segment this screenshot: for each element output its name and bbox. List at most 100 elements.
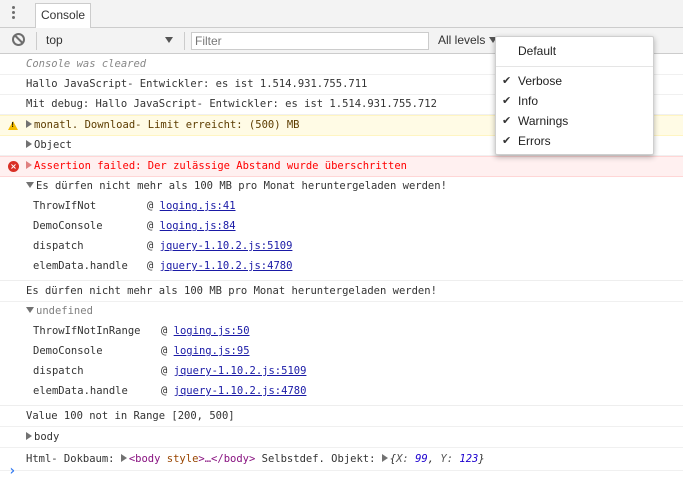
frame-at: @ <box>161 325 168 337</box>
stack-frame: DemoConsole @ loging.js:95 <box>26 341 683 361</box>
context-selector[interactable]: top <box>46 33 63 47</box>
frame-at: @ <box>147 240 154 252</box>
html-attribute: style <box>166 453 199 465</box>
frame-function: ThrowIfNotInRange <box>33 325 141 337</box>
frame-at: @ <box>147 220 154 232</box>
source-link[interactable]: jquery-1.10.2.js:4780 <box>160 256 293 276</box>
message-text: Html- Dokbaum: <box>26 453 115 465</box>
frame-function: ThrowIfNot <box>33 200 97 212</box>
menu-item-label: Default <box>518 44 557 58</box>
checkmark-icon: ✔ <box>502 94 512 107</box>
message-text: Console was cleared <box>26 58 147 70</box>
menu-item-default[interactable]: Default <box>496 41 653 61</box>
stack-frame: elemData.handle @ jquery-1.10.2.js:4780 <box>26 256 683 276</box>
more-options-icon[interactable] <box>12 6 16 22</box>
menu-item-verbose[interactable]: ✔ Verbose <box>496 71 653 91</box>
frame-function: DemoConsole <box>33 220 103 232</box>
expand-triangle-icon[interactable] <box>26 140 32 148</box>
frame-function: elemData.handle <box>33 385 128 397</box>
menu-item-label: Errors <box>518 134 551 148</box>
frame-at: @ <box>147 200 154 212</box>
console-element-row[interactable]: body <box>0 427 683 448</box>
tab-console[interactable]: Console <box>35 3 92 28</box>
stack-trace: ThrowIfNot @ loging.js:41 DemoConsole @ lo… <box>26 196 683 276</box>
console-prompt[interactable]: › <box>8 463 16 479</box>
source-link[interactable]: jquery-1.10.2.js:5109 <box>160 236 293 256</box>
frame-at: @ <box>161 385 168 397</box>
frame-function: DemoConsole <box>33 345 103 357</box>
frame-at: @ <box>161 365 168 377</box>
source-link[interactable]: jquery-1.10.2.js:5109 <box>174 361 307 381</box>
object-preview[interactable]: {X: 99, Y: 123} <box>390 453 485 465</box>
toolbar-divider <box>36 32 37 50</box>
html-tag-close: </body> <box>211 453 256 465</box>
stack-trace: ThrowIfNotInRange @ loging.js:50 DemoCons… <box>26 321 683 401</box>
chevron-down-icon[interactable] <box>165 37 173 43</box>
stack-frame: elemData.handle @ jquery-1.10.2.js:4780 <box>26 381 683 401</box>
expand-triangle-icon[interactable] <box>26 432 32 440</box>
menu-item-warnings[interactable]: ✔ Warnings <box>496 111 653 131</box>
obj-value-x: 99 <box>415 453 428 465</box>
message-text: monatl. Download- Limit erreicht: (500) … <box>34 119 300 131</box>
frame-function: dispatch <box>33 240 84 252</box>
collapse-triangle-icon[interactable] <box>26 307 34 313</box>
source-link[interactable]: loging.js:84 <box>160 216 236 236</box>
expand-triangle-icon[interactable] <box>381 454 388 462</box>
menu-item-label: Warnings <box>518 114 569 128</box>
console-log-row: Value 100 not in Range [200, 500] <box>0 406 683 427</box>
obj-key-x: X: <box>396 453 409 465</box>
menu-item-errors[interactable]: ✔ Errors <box>496 131 653 151</box>
obj-value-y: 123 <box>459 453 479 465</box>
obj-brace-close: } <box>478 453 485 465</box>
expand-triangle-icon[interactable] <box>26 161 32 169</box>
menu-item-label: Verbose <box>518 74 563 88</box>
message-text: Es dürfen nicht mehr als 100 MB pro Mona… <box>26 285 437 297</box>
filter-input[interactable] <box>191 32 429 50</box>
message-text: Hallo JavaScript- Entwickler: es ist 1.5… <box>26 78 368 90</box>
message-text: Assertion failed: Der zulässige Abstand … <box>34 160 407 172</box>
obj-separator: , <box>427 453 435 465</box>
console-trace-group: Es dürfen nicht mehr als 100 MB pro Mona… <box>0 177 683 281</box>
object-label: Object <box>34 139 72 151</box>
html-tag-open[interactable]: <body <box>129 453 161 465</box>
checkmark-icon: ✔ <box>502 134 512 147</box>
console-log-row: Html- Dokbaum: <body style>…</body> Selb… <box>0 448 683 471</box>
frame-function: elemData.handle <box>33 260 128 272</box>
source-link[interactable]: loging.js:41 <box>160 196 236 216</box>
checkmark-icon: ✔ <box>502 114 512 127</box>
trace-header[interactable]: undefined <box>26 302 683 321</box>
message-text: Mit debug: Hallo JavaScript- Entwickler:… <box>26 98 437 110</box>
trace-header[interactable]: Es dürfen nicht mehr als 100 MB pro Mona… <box>26 177 683 196</box>
log-levels-dropdown[interactable]: All levels <box>438 33 485 47</box>
clear-console-icon[interactable] <box>12 33 25 46</box>
frame-at: @ <box>161 345 168 357</box>
obj-key-y: Y: <box>440 453 454 465</box>
menu-divider <box>496 66 653 67</box>
error-icon: × <box>8 161 19 172</box>
message-text: Value 100 not in Range [200, 500] <box>26 410 235 422</box>
stack-frame: ThrowIfNot @ loging.js:41 <box>26 196 683 216</box>
toolbar-divider <box>184 32 185 50</box>
message-text: Es dürfen nicht mehr als 100 MB pro Mona… <box>36 180 447 192</box>
console-error-row[interactable]: × Assertion failed: Der zulässige Abstan… <box>0 156 683 177</box>
source-link[interactable]: loging.js:95 <box>174 341 250 361</box>
stack-frame: dispatch @ jquery-1.10.2.js:5109 <box>26 361 683 381</box>
stack-frame: dispatch @ jquery-1.10.2.js:5109 <box>26 236 683 256</box>
expand-triangle-icon[interactable] <box>120 454 127 462</box>
source-link[interactable]: jquery-1.10.2.js:4780 <box>174 381 307 401</box>
html-ellipsis: >… <box>198 453 212 465</box>
collapse-triangle-icon[interactable] <box>26 182 34 188</box>
stack-frame: DemoConsole @ loging.js:84 <box>26 216 683 236</box>
undefined-value: undefined <box>36 305 93 317</box>
stack-frame: ThrowIfNotInRange @ loging.js:50 <box>26 321 683 341</box>
warning-icon <box>8 121 18 130</box>
log-levels-menu: Default ✔ Verbose ✔ Info ✔ Warnings ✔ Errors <box>495 36 654 155</box>
console-trace-group: undefined ThrowIfNotInRange @ loging.js:5… <box>0 302 683 406</box>
checkmark-icon: ✔ <box>502 74 512 87</box>
menu-item-info[interactable]: ✔ Info <box>496 91 653 111</box>
drawer-tabbar: Console <box>0 0 683 28</box>
expand-triangle-icon[interactable] <box>26 120 32 128</box>
element-label: body <box>34 431 60 443</box>
frame-function: dispatch <box>33 365 84 377</box>
source-link[interactable]: loging.js:50 <box>174 321 250 341</box>
